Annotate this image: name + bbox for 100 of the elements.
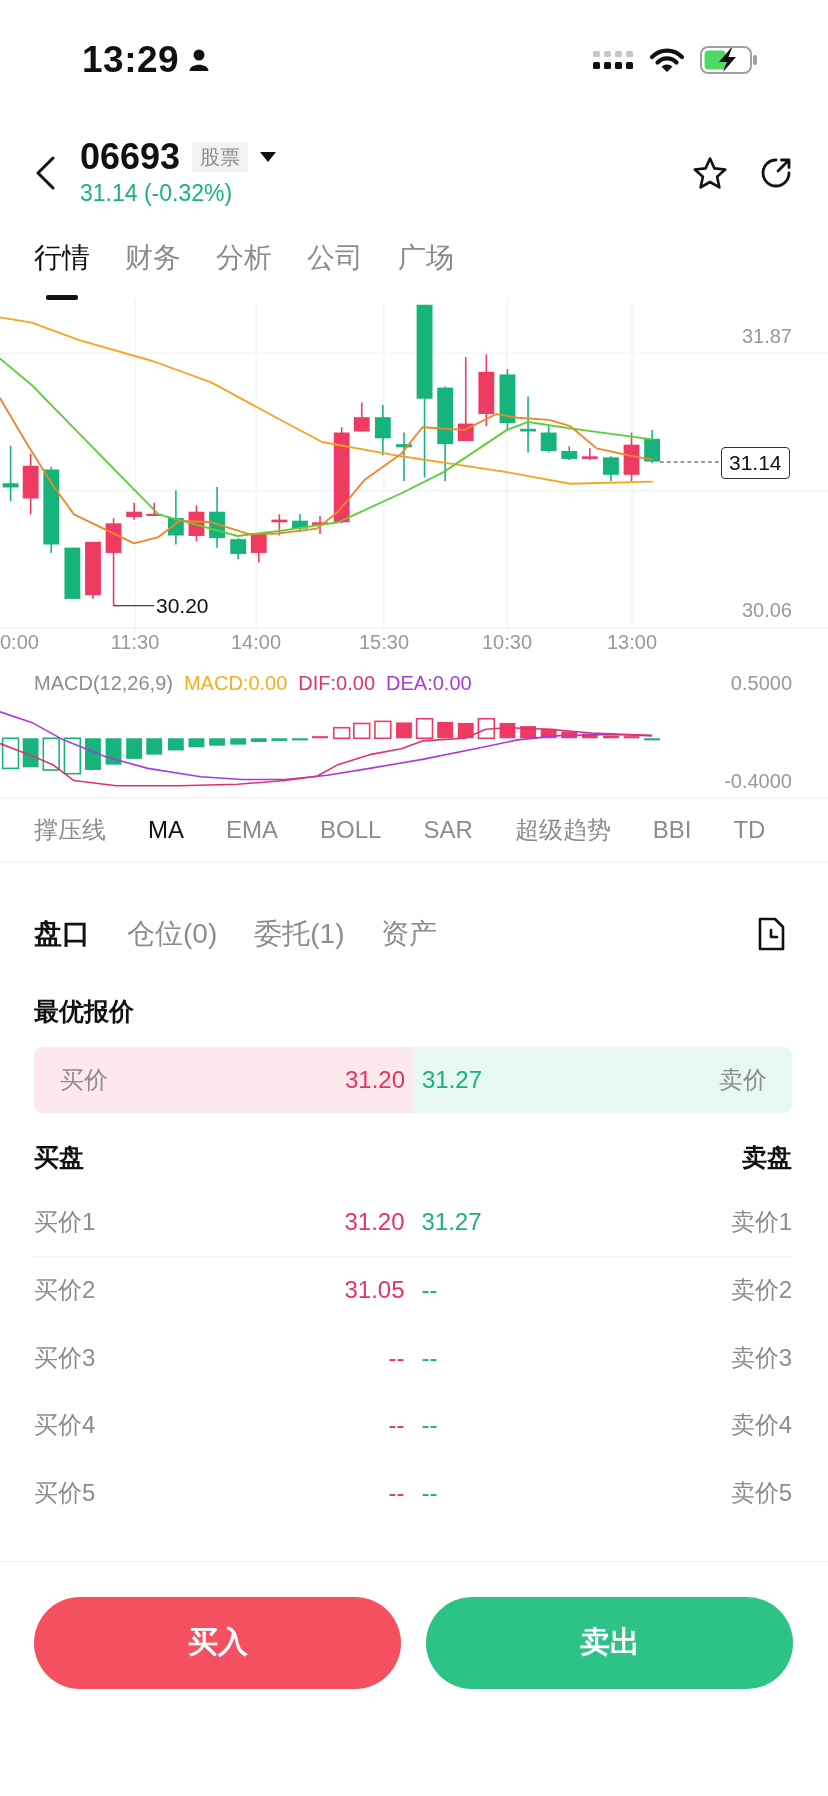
macd-legend-label: MACD(12,26,9) <box>34 671 173 695</box>
macd-bar <box>457 722 474 739</box>
macd-bar <box>477 717 496 740</box>
tab[interactable]: 行情 <box>34 238 90 300</box>
ask-book-title: 卖盘 <box>742 1141 792 1173</box>
bid-label: 买价 <box>60 1065 108 1095</box>
macd-bar <box>63 737 82 775</box>
panel-tab[interactable]: 仓位(0) <box>127 914 218 954</box>
macd-bar <box>209 738 225 746</box>
macd-bar <box>415 717 434 740</box>
document-clock-icon[interactable] <box>757 917 785 951</box>
current-price-label: 31.14 <box>721 447 790 479</box>
indicator-tab[interactable]: BBI <box>652 813 692 846</box>
candlestick <box>167 489 184 546</box>
macd-bar <box>353 722 371 740</box>
section-title: 最优报价 <box>34 996 134 1027</box>
macd-bar <box>540 728 557 739</box>
indicator-tab[interactable]: 撑压线 <box>34 813 106 846</box>
ask-price: 31.27 <box>422 1066 483 1094</box>
candlestick <box>85 541 101 600</box>
tab[interactable]: 财务 <box>125 238 181 300</box>
time-axis-label: 14:00 <box>230 630 282 654</box>
candlestick <box>581 447 598 461</box>
price-line <box>659 461 722 463</box>
macd-legend-label: MACD:0.00 <box>183 671 288 695</box>
person-icon <box>189 49 210 71</box>
price-axis-label: 30.06 <box>741 598 792 622</box>
time-axis-label: 13:00 <box>606 630 658 654</box>
indicator-tab[interactable]: EMA <box>226 813 278 846</box>
tab[interactable]: 分析 <box>216 238 272 300</box>
indicator-tab[interactable]: BOLL <box>320 813 382 846</box>
ask-level-label: 卖价3 <box>730 1342 792 1373</box>
battery-icon <box>700 46 758 74</box>
macd-bar <box>332 726 351 740</box>
candlestick <box>188 504 205 543</box>
signal-icon <box>593 51 633 69</box>
macd-bar <box>581 733 598 739</box>
macd-bar <box>42 737 60 771</box>
candlestick <box>603 455 619 482</box>
panel-tab[interactable]: 资产 <box>381 914 438 954</box>
macd-bar <box>292 738 308 741</box>
refresh-icon[interactable] <box>760 156 792 189</box>
bid-level-label: 买价3 <box>34 1342 96 1373</box>
indicator-tab[interactable]: TD <box>733 813 766 846</box>
macd-bar <box>85 738 101 770</box>
leader-line <box>113 605 155 607</box>
candlestick <box>540 424 557 454</box>
candlestick <box>520 395 536 454</box>
status-time: 13:29 <box>82 38 180 82</box>
indicator-tab[interactable]: SAR <box>423 813 473 846</box>
macd-bar <box>126 738 143 759</box>
macd-bar <box>374 720 392 740</box>
candlestick <box>374 404 391 457</box>
candlestick <box>644 429 661 464</box>
bid-price: -- <box>388 1478 405 1507</box>
macd-legend-label: DIF:0.00 <box>298 671 375 695</box>
macd-bar <box>623 736 640 739</box>
candlestick <box>64 546 81 600</box>
candlestick <box>353 401 370 433</box>
macd-bar <box>167 738 184 751</box>
bid-price: -- <box>388 1343 405 1372</box>
ask-price: -- <box>421 1478 438 1507</box>
candlestick <box>230 537 247 561</box>
wifi-icon <box>649 47 685 73</box>
candlestick <box>126 501 143 521</box>
indicator-tab[interactable]: 超级趋势 <box>514 813 611 846</box>
bid-price: -- <box>388 1411 405 1440</box>
buy-button[interactable]: 买入 <box>34 1596 401 1689</box>
stock-price-change: 31.14 (-0.32%) <box>80 178 234 208</box>
panel-tab[interactable]: 盘口 <box>34 914 90 954</box>
tab[interactable]: 公司 <box>307 238 363 300</box>
back-icon[interactable] <box>34 155 56 190</box>
bid-level-label: 买价1 <box>34 1207 96 1238</box>
ask-price: 31.27 <box>421 1208 482 1237</box>
macd-bar <box>230 738 247 745</box>
star-icon[interactable] <box>692 155 728 190</box>
macd-bar <box>561 731 578 739</box>
macd-axis-label: 0.5000 <box>730 671 792 695</box>
ask-level-label: 卖价4 <box>730 1410 792 1441</box>
macd-bar <box>312 736 328 739</box>
bid-price: 31.05 <box>344 1276 405 1305</box>
panel-tab[interactable]: 委托(1) <box>254 914 345 954</box>
candlestick <box>22 452 39 516</box>
macd-bar <box>146 738 163 755</box>
bid-price: 31.20 <box>344 1066 405 1094</box>
tab[interactable]: 广场 <box>398 238 454 300</box>
candlestick <box>499 368 516 431</box>
macd-bar <box>396 722 412 739</box>
candlestick <box>312 515 328 535</box>
sell-button[interactable]: 卖出 <box>426 1596 793 1689</box>
bid-level-label: 买价2 <box>34 1275 96 1306</box>
ask-level-label: 卖价2 <box>730 1275 792 1306</box>
macd-axis-label: -0.4000 <box>724 769 792 793</box>
indicator-tab[interactable]: MA <box>148 813 184 846</box>
caret-icon[interactable] <box>260 151 277 162</box>
candlestick <box>292 513 308 533</box>
candlestick <box>561 445 578 461</box>
bid-level-label: 买价5 <box>34 1477 96 1508</box>
time-axis-label: 15:30 <box>358 630 410 654</box>
time-axis-label: 10:30 <box>481 630 533 654</box>
